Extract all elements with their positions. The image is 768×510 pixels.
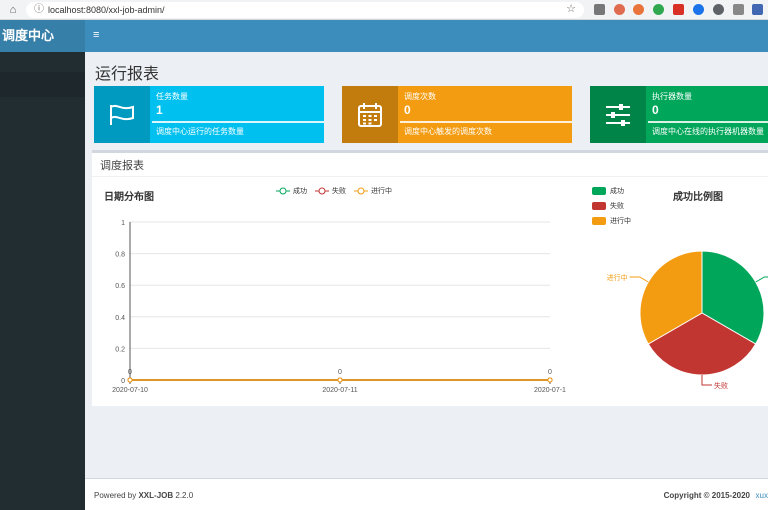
info-box-jobs: 任务数量 1 调度中心运行的任务数量 <box>94 86 324 143</box>
info-box-value: 0 <box>404 103 411 117</box>
data-point <box>337 377 343 383</box>
pie-label: 失败 <box>714 381 728 390</box>
extension-icon[interactable] <box>653 4 664 15</box>
info-box-desc: 调度中心运行的任务数量 <box>156 127 244 136</box>
bookmark-star-icon[interactable]: ☆ <box>566 3 576 16</box>
info-box-desc: 调度中心在线的执行器机器数量 <box>652 127 764 136</box>
y-tick-label: 0.6 <box>115 283 125 290</box>
extension-icon[interactable] <box>752 4 763 15</box>
pie-label-line <box>755 276 768 283</box>
x-tick-label: 2020-07-11 <box>322 387 357 394</box>
page-title: 运行报表 <box>95 66 160 83</box>
y-tick-label: 0.8 <box>115 252 125 259</box>
footer-powered: Powered by XXL-JOB 2.2.0 <box>94 491 193 500</box>
info-box-title: 任务数量 <box>156 92 188 101</box>
progress-bar <box>152 121 324 123</box>
data-point <box>547 377 553 383</box>
browser-toolbar: ⌂ ⓘ localhost:8080/xxl-job-admin/ ☆ <box>0 0 768 20</box>
y-tick-label: 0 <box>121 378 125 385</box>
pie-label: 进行中 <box>607 273 628 282</box>
line-chart-title: 日期分布图 <box>104 192 154 203</box>
sidebar <box>0 52 85 510</box>
info-box-title: 执行器数量 <box>652 92 692 101</box>
url-text[interactable]: localhost:8080/xxl-job-admin/ <box>48 4 165 16</box>
info-box-value: 0 <box>652 103 659 117</box>
extension-icon[interactable] <box>673 4 684 15</box>
extension-icon[interactable] <box>594 4 605 15</box>
sidebar-item[interactable] <box>0 152 85 172</box>
footer-version: 2.2.0 <box>173 491 194 500</box>
info-box-value: 1 <box>156 103 163 117</box>
pie-legend-item-running[interactable]: 进行中 <box>592 216 631 226</box>
sidebar-item[interactable] <box>0 200 85 220</box>
data-label: 0 <box>548 369 552 376</box>
sidebar-item[interactable] <box>0 176 85 196</box>
extension-icon[interactable] <box>733 4 744 15</box>
extension-icon[interactable] <box>633 4 644 15</box>
progress-bar <box>648 121 768 123</box>
legend-label: 成功 <box>610 188 624 195</box>
footer-brand-link[interactable]: XXL-JOB <box>138 491 173 500</box>
address-bar[interactable]: ⓘ localhost:8080/xxl-job-admin/ ☆ <box>26 2 584 18</box>
sidebar-item[interactable] <box>0 80 85 100</box>
pie-label-line <box>629 276 649 283</box>
progress-bar <box>400 121 572 123</box>
footer-copyright: Copyright © 2015-2020 <box>663 491 750 500</box>
line-chart: 00.20.40.60.812020-07-10 2020-07-11 2020-0… <box>112 220 566 394</box>
panel-title: 调度报表 <box>100 160 144 172</box>
divider <box>92 176 768 177</box>
sidebar-item[interactable] <box>0 128 85 148</box>
info-box-title: 调度次数 <box>404 92 436 101</box>
legend-label: 失败 <box>332 188 346 195</box>
pie-legend-item-success[interactable]: 成功 <box>592 186 624 196</box>
info-box-triggers: 调度次数 0 调度中心触发的调度次数 <box>342 86 572 143</box>
sidebar-toggle-icon[interactable]: ≡ <box>93 29 105 41</box>
flag-icon <box>94 86 150 143</box>
y-tick-label: 1 <box>121 220 125 227</box>
info-box-desc: 调度中心触发的调度次数 <box>404 127 492 136</box>
legend-item-running[interactable]: 进行中 <box>354 186 392 196</box>
legend-item-fail[interactable]: 失败 <box>315 186 346 196</box>
x-tick-label: 2020-07-1 <box>534 387 566 394</box>
calendar-icon <box>342 86 398 143</box>
data-label: 0 <box>338 369 342 376</box>
sliders-icon <box>590 86 646 143</box>
top-navbar: ≡ <box>85 20 768 52</box>
site-info-icon[interactable]: ⓘ <box>34 4 44 16</box>
pie-chart: 成功失败进行中 <box>607 250 768 390</box>
sidebar-item[interactable] <box>0 224 85 244</box>
pie-label-line <box>701 375 712 386</box>
pie-chart-title: 成功比例图 <box>673 192 723 203</box>
legend-swatch <box>592 202 606 210</box>
legend-label: 成功 <box>293 188 307 195</box>
app-logo[interactable]: 调度中心 <box>0 20 85 52</box>
footer-link[interactable]: xux <box>756 491 768 500</box>
data-label: 0 <box>128 369 132 376</box>
x-tick-label: 2020-07-10 <box>112 387 148 394</box>
sidebar-item[interactable] <box>0 104 85 124</box>
legend-label: 失败 <box>610 203 624 210</box>
legend-swatch <box>592 217 606 225</box>
extension-icon[interactable] <box>693 4 704 15</box>
pie-legend-item-fail[interactable]: 失败 <box>592 201 624 211</box>
y-tick-label: 0.4 <box>115 315 125 322</box>
legend-swatch <box>592 187 606 195</box>
info-box-executors: 执行器数量 0 调度中心在线的执行器机器数量 <box>590 86 768 143</box>
data-point <box>127 377 133 383</box>
footer: Powered by XXL-JOB 2.2.0 Copyright © 201… <box>85 478 768 510</box>
footer-prefix: Powered by <box>94 491 139 500</box>
extension-icon[interactable] <box>713 4 724 15</box>
extension-icon[interactable] <box>614 4 625 15</box>
home-icon[interactable]: ⌂ <box>6 3 20 17</box>
y-tick-label: 0.2 <box>115 346 125 353</box>
legend-label: 进行中 <box>610 218 631 225</box>
legend-item-success[interactable]: 成功 <box>276 186 307 196</box>
legend-label: 进行中 <box>371 188 392 195</box>
